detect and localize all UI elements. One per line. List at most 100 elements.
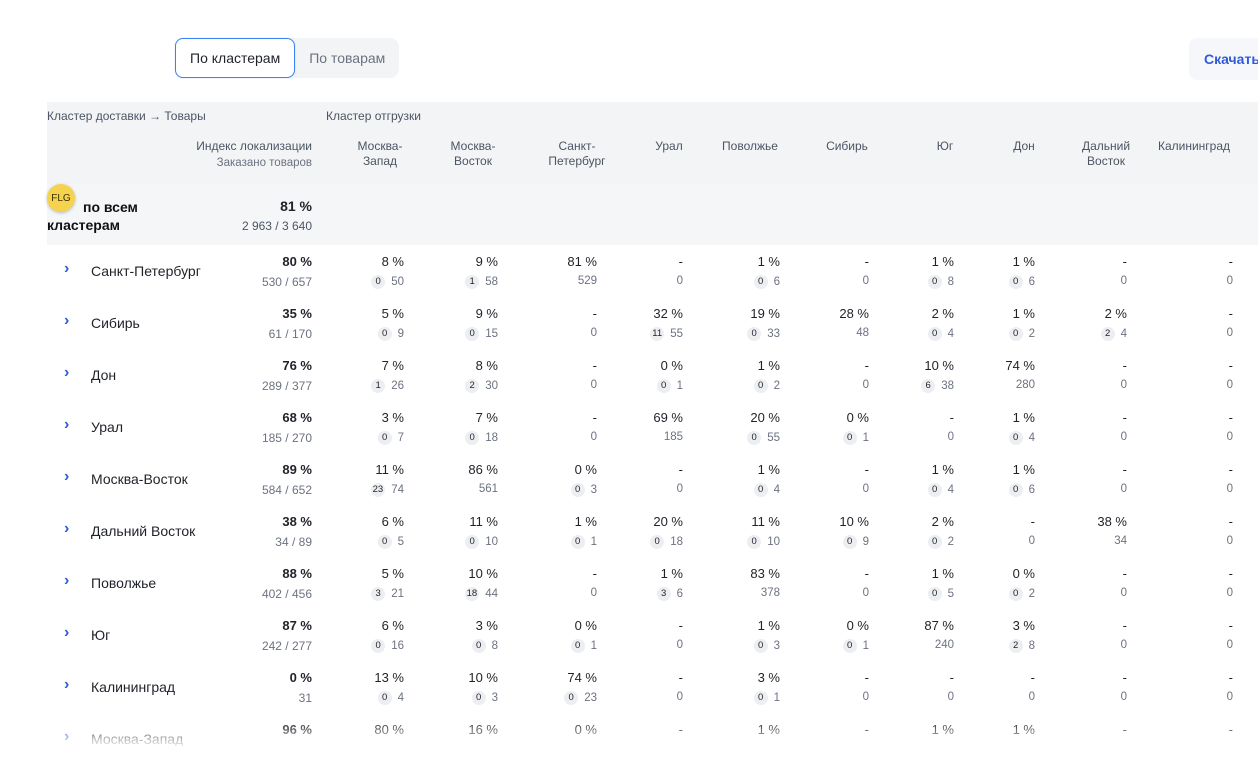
shipment-cell: 16 %	[408, 722, 498, 743]
cell-sub: 0	[864, 431, 954, 443]
table-row[interactable]: › Дальний Восток 38 % 34 / 89 6 % 0 5 11 % 0 10 1 …	[47, 505, 1258, 558]
shipment-cell: 11 % 23 74	[314, 462, 404, 497]
cell-percent: -	[1122, 462, 1127, 477]
shipment-cell: 11 % 0 10	[690, 514, 780, 549]
cell-sub: 561	[408, 483, 498, 495]
column-header-line: Москва-	[450, 139, 496, 153]
cell-percent: -	[592, 358, 597, 373]
cell-sub: 01	[779, 431, 869, 445]
badge: 0	[747, 535, 762, 549]
cell-sub: 0	[1037, 431, 1127, 443]
cell-sub: 0	[779, 275, 869, 287]
tab-by-products[interactable]: По товарам	[295, 38, 399, 78]
row-index: 68 %	[282, 410, 312, 425]
cell-count: 0	[1226, 483, 1233, 495]
cell-sub: 0	[1143, 587, 1233, 599]
cell-count: 15	[485, 328, 498, 340]
shipment-cell: 9 % 0 15	[408, 306, 498, 341]
chevron-right-icon[interactable]: ›	[64, 521, 76, 537]
chevron-right-icon[interactable]: ›	[64, 625, 76, 641]
chevron-right-icon[interactable]: ›	[64, 729, 76, 745]
table-row[interactable]: › Санкт-Петербург 80 % 530 / 657 8 % 0 50 9 % 1 5…	[47, 245, 1258, 298]
column-header: Сибирь	[802, 139, 892, 154]
shipment-cell: 1 %	[690, 722, 780, 743]
cell-percent: -	[678, 462, 683, 477]
shipment-cell: 80 %	[314, 722, 404, 743]
shipment-cell: 1 %	[864, 722, 954, 743]
badge: 18	[464, 587, 480, 601]
cluster-name: Москва-Запад	[91, 731, 184, 746]
chevron-right-icon[interactable]: ›	[64, 365, 76, 381]
cell-percent: -	[1122, 410, 1127, 425]
cell-sub: 03	[690, 639, 780, 653]
cell-percent: -	[1228, 670, 1233, 685]
avatar[interactable]: FLG	[47, 184, 75, 212]
cell-count: 0	[676, 483, 683, 495]
cell-sub: 0 18	[593, 535, 683, 549]
chevron-right-icon[interactable]: ›	[64, 677, 76, 693]
chevron-right-icon[interactable]: ›	[64, 417, 76, 433]
table-column-header: Индекс локализации Заказано товаров Моск…	[47, 129, 1258, 184]
cell-percent: 6 %	[381, 618, 404, 633]
cell-count: 0	[1028, 535, 1035, 547]
shipment-cell: -0	[1037, 254, 1127, 287]
download-button[interactable]: Скачать	[1189, 38, 1258, 80]
cell-percent: 10 %	[839, 514, 869, 529]
shipment-cell: -0	[1143, 618, 1233, 651]
table-row[interactable]: › Юг 87 % 242 / 277 6 % 0 16 3 % 0 8 0 % 0 1-0 1 % 0 3 0…	[47, 609, 1258, 662]
chevron-right-icon[interactable]: ›	[64, 261, 76, 277]
table-row[interactable]: › Урал 68 % 185 / 270 3 % 0 7 7 % 0 18-0 69 % 185 20…	[47, 401, 1258, 454]
badge: 0	[570, 483, 585, 497]
shipment-cell: 69 % 185	[593, 410, 683, 443]
cell-count: 44	[485, 588, 498, 600]
table-row[interactable]: › Москва-Запад 96 % 80 % 16 % 0 % - 1 % - 1 % 1 % -…	[47, 713, 1258, 746]
cell-count: 18	[670, 536, 683, 548]
column-header-line: Дальний	[1081, 139, 1131, 153]
badge: 23	[370, 483, 386, 497]
cell-count: 6	[1028, 276, 1035, 288]
chevron-right-icon[interactable]: ›	[64, 469, 76, 485]
shipment-cell: 1 % 0 2	[690, 358, 780, 393]
cell-count: 0	[1120, 431, 1127, 443]
table-row[interactable]: › Сибирь 35 % 61 / 170 5 % 0 9 9 % 0 15-0 32 % 11 55…	[47, 297, 1258, 350]
chevron-right-icon[interactable]: ›	[64, 573, 76, 589]
cell-percent: -	[1122, 358, 1127, 373]
table-row[interactable]: › Поволжье 88 % 402 / 456 5 % 3 21 10 % 18 44-0 1 …	[47, 557, 1258, 610]
cell-sub: 02	[864, 535, 954, 549]
table-row[interactable]: › Москва-Восток 89 % 584 / 652 11 % 23 74 86 % 5…	[47, 453, 1258, 506]
cell-sub: 0	[1143, 379, 1233, 391]
cell-count: 0	[676, 691, 683, 703]
badge: 0	[1008, 327, 1023, 341]
shipment-cell: 8 % 2 30	[408, 358, 498, 393]
cell-percent: -	[1030, 514, 1035, 529]
shipment-cell: -0	[864, 410, 954, 443]
cell-count: 5	[397, 536, 404, 548]
cell-percent: -	[678, 722, 683, 737]
table-row[interactable]: › Калининград 0 % 31 13 % 0 4 10 % 0 3 74 % 0 23-0 3 …	[47, 661, 1258, 714]
row-count: 402 / 456	[261, 587, 312, 601]
badge: 0	[570, 639, 585, 653]
tab-by-clusters[interactable]: По кластерам	[175, 38, 296, 78]
shipment-cell: 20 % 0 18	[593, 514, 683, 549]
cell-count: 55	[670, 328, 683, 340]
cell-percent: 1 %	[931, 254, 954, 269]
badge: 0	[371, 275, 386, 289]
shipment-cell: -0	[1037, 566, 1127, 599]
cell-count: 50	[391, 276, 404, 288]
cell-sub: 03	[408, 691, 498, 705]
table-row[interactable]: › Дон 76 % 289 / 377 7 % 1 26 8 % 2 30-0 0 % 0 1 1 % 0…	[47, 349, 1258, 402]
chevron-right-icon[interactable]: ›	[64, 313, 76, 329]
cell-sub: 06	[945, 483, 1035, 497]
cell-count: 4	[1028, 432, 1035, 444]
cell-percent: 1 %	[931, 722, 954, 737]
cell-percent: 0 %	[846, 410, 869, 425]
row-count: 31	[298, 691, 312, 705]
column-header-line: Запад	[362, 154, 398, 168]
cell-count: 0	[1226, 327, 1233, 339]
cell-sub: 01	[779, 639, 869, 653]
total-index: 81 %	[280, 198, 312, 214]
column-header-line: Калининград	[1157, 139, 1231, 153]
badge: 0	[747, 327, 762, 341]
shipment-cell: -0	[779, 254, 869, 287]
cell-percent: 69 %	[653, 410, 683, 425]
